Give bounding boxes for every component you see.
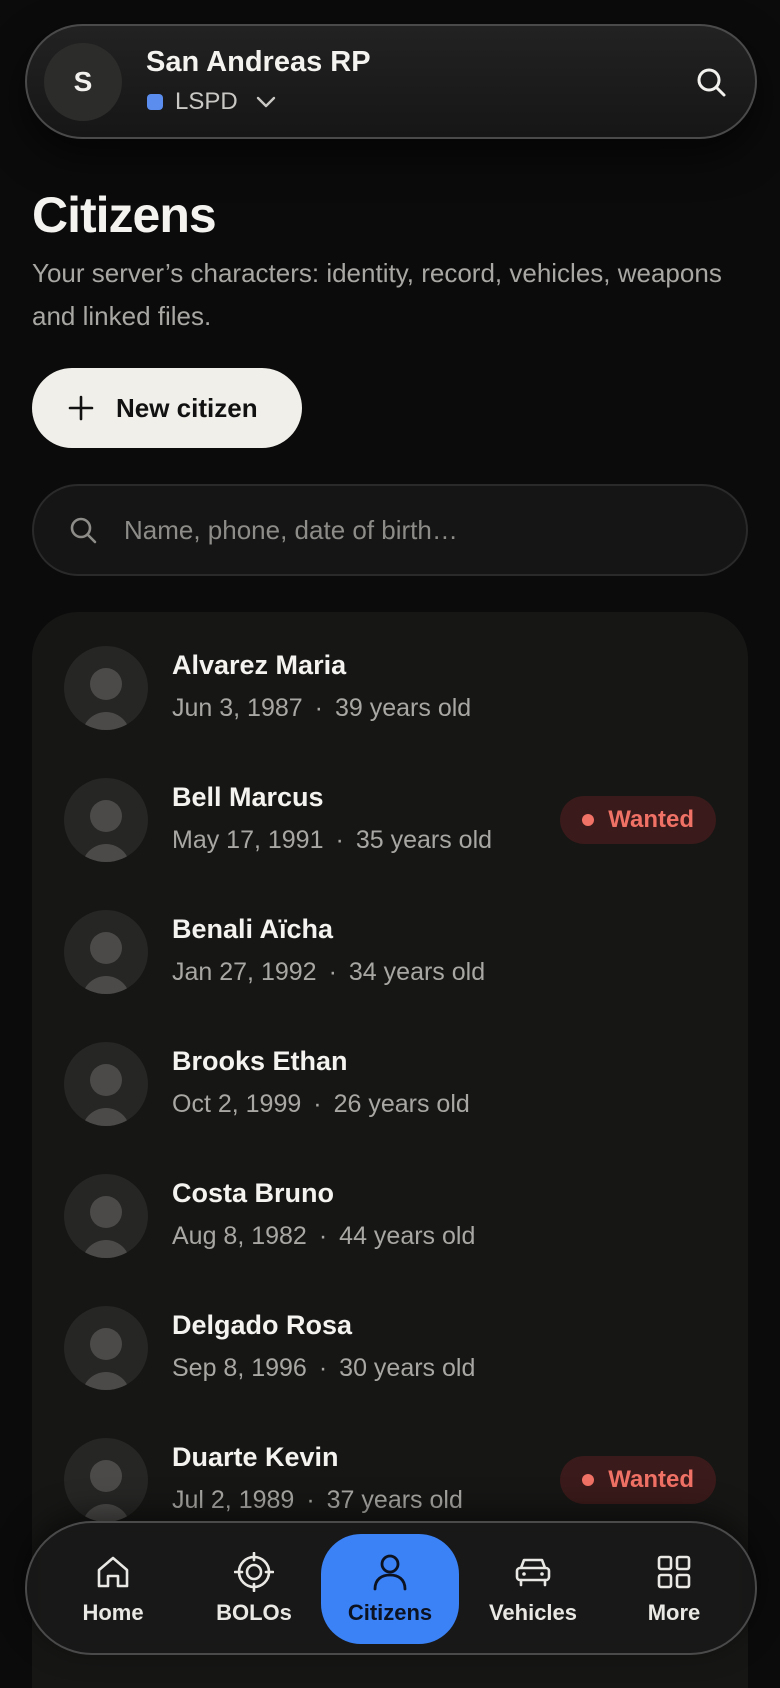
wanted-badge: Wanted [560, 796, 716, 844]
citizen-name: Brooks Ethan [172, 1046, 348, 1076]
search-input[interactable] [124, 514, 684, 546]
nav-home[interactable]: Home [44, 1534, 182, 1644]
citizen-meta: Oct 2, 1999 · 26 years old [172, 1090, 470, 1118]
server-switcher-bar: S San Andreas RP LSPD [25, 24, 757, 139]
nav-citizens[interactable]: Citizens [321, 1534, 459, 1644]
avatar [64, 1042, 148, 1126]
search-icon[interactable] [689, 60, 733, 104]
avatar [64, 778, 148, 862]
citizen-meta: Jul 2, 1989 · 37 years old [172, 1486, 463, 1514]
nav-bolos-label: BOLOs [216, 1600, 292, 1625]
department-color-dot [147, 94, 163, 110]
avatar [64, 1306, 148, 1390]
nav-citizens-label: Citizens [347, 1600, 433, 1625]
server-avatar[interactable]: S [44, 43, 122, 121]
grid-icon [656, 1552, 692, 1592]
nav-vehicles-label: Vehicles [488, 1600, 578, 1625]
nav-home-label: Home [82, 1600, 144, 1625]
list-item[interactable]: Brooks Ethan Oct 2, 1999 · 26 years old [32, 1008, 748, 1140]
home-icon [94, 1552, 132, 1592]
citizen-name: Delgado Rosa [172, 1310, 353, 1340]
server-name: San Andreas RP [146, 46, 371, 78]
wanted-badge: Wanted [560, 1456, 716, 1504]
department-label: LSPD [175, 88, 238, 115]
citizen-name: Benali Aïcha [172, 914, 334, 944]
citizen-meta: Aug 8, 1982 · 44 years old [172, 1222, 476, 1250]
status-dot [582, 814, 595, 826]
list-item[interactable]: Alvarez Maria Jun 3, 1987 · 39 years old [32, 612, 748, 744]
nav-more-label: More [647, 1600, 701, 1625]
list-item[interactable]: Costa Bruno Aug 8, 1982 · 44 years old [32, 1140, 748, 1272]
list-item[interactable]: Benali Aïcha Jan 27, 1992 · 34 years old [32, 876, 748, 1008]
person-icon [371, 1552, 409, 1592]
citizen-meta: Jan 27, 1992 · 34 years old [172, 958, 486, 986]
avatar [64, 1174, 148, 1258]
citizen-search-field[interactable] [32, 484, 748, 576]
list-item[interactable]: Bell Marcus May 17, 1991 · 35 years old Wa… [32, 744, 748, 876]
nav-bolos[interactable]: BOLOs [185, 1534, 323, 1644]
avatar [64, 1438, 148, 1522]
bottom-nav: Home BOLOs Citizens Vehicles More [25, 1521, 757, 1655]
plus-icon [68, 395, 94, 421]
avatar [64, 910, 148, 994]
chevron-down-icon [256, 96, 276, 108]
citizen-name: Duarte Kevin [172, 1442, 339, 1472]
new-citizen-label: New citizen [116, 392, 258, 423]
new-citizen-button[interactable]: New citizen [32, 368, 302, 448]
nav-more[interactable]: More [605, 1534, 743, 1644]
citizen-name: Alvarez Maria [172, 650, 347, 680]
nav-vehicles[interactable]: Vehicles [464, 1534, 602, 1644]
page-title: Citizens [32, 187, 217, 243]
department-selector[interactable]: LSPD [147, 86, 276, 118]
citizen-meta: Sep 8, 1996 · 30 years old [172, 1354, 476, 1382]
citizen-name: Costa Bruno [172, 1178, 334, 1208]
status-dot [582, 1474, 595, 1486]
citizen-name: Bell Marcus [172, 782, 324, 812]
page-subtitle: Your server’s characters: identity, reco… [32, 258, 722, 331]
car-icon [513, 1552, 553, 1592]
avatar [64, 646, 148, 730]
citizen-meta: May 17, 1991 · 35 years old [172, 826, 493, 854]
target-icon [234, 1552, 274, 1592]
search-icon [68, 515, 98, 545]
list-item[interactable]: Delgado Rosa Sep 8, 1996 · 30 years old [32, 1272, 748, 1404]
list-item[interactable]: Duarte Kevin Jul 2, 1989 · 37 years old Wa… [32, 1404, 748, 1536]
citizen-meta: Jun 3, 1987 · 39 years old [172, 694, 472, 722]
